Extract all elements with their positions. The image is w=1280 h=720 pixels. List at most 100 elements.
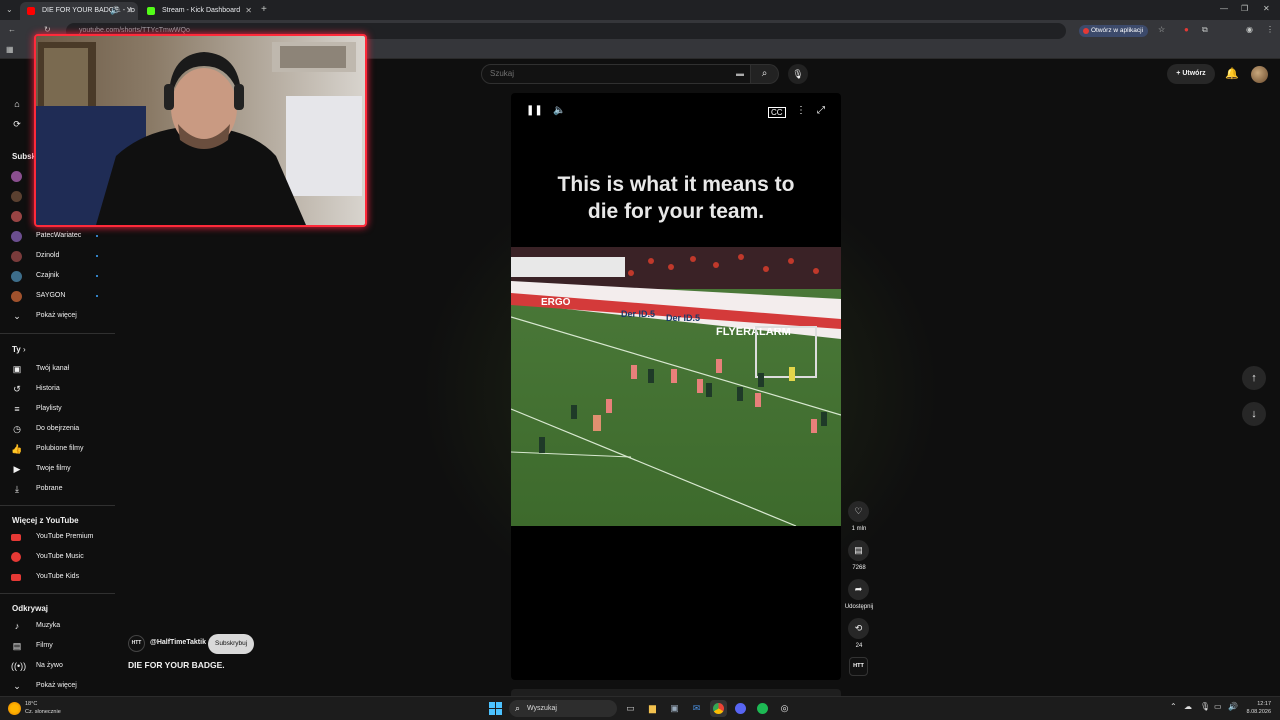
sidebar-item-movies[interactable]: ▤ Filmy [0,636,118,656]
task-view-icon[interactable]: ▭ [622,700,639,717]
apps-grid-icon[interactable]: ▦ [6,45,14,54]
share-icon: ➦ [854,584,863,594]
tray-chevron-icon[interactable]: ⌃ [1170,702,1177,711]
back-icon[interactable]: ← [8,25,16,34]
new-tab-icon[interactable]: + [261,4,267,15]
more-options-icon[interactable]: ⋮ [796,105,806,116]
close-tab-icon[interactable]: ✕ [126,2,133,20]
tab-youtube-short[interactable]: DIE FOR YOUR BADGE. - Yo 🔊 ✕ [20,2,138,20]
sidebar-item-music[interactable]: ♪ Muzyka [0,616,118,636]
sidebar-item-your-videos[interactable]: ▶ Twoje filmy [0,459,118,479]
close-window-icon[interactable]: ✕ [1263,4,1270,13]
sidebar-item-youtube-music[interactable]: YouTube Music [0,547,118,567]
comments-button[interactable]: ▤ [848,540,869,561]
sidebar-item-downloads[interactable]: ⤓ Pobrane [0,479,118,499]
captions-icon[interactable]: CC [768,107,786,118]
arrow-up-icon: ↑ [1251,372,1257,384]
discord-icon[interactable] [732,700,749,717]
sidebar-subscription-dzinold[interactable]: Dzinold [0,246,118,266]
youtube-premium-icon [11,534,21,541]
subscription-name: PatecWariatec [36,232,82,239]
sidebar-subscription-czajnik[interactable]: Czajnik [0,266,118,286]
sidebar-item-watch-later[interactable]: ◷ Do obejrzenia [0,419,118,439]
sidebar-item-youtube-premium[interactable]: YouTube Premium [0,527,118,547]
share-button[interactable]: ➦ [848,579,869,600]
extensions-puzzle-icon[interactable]: ⧉ [1202,25,1208,35]
user-avatar[interactable] [1251,66,1268,83]
restore-icon[interactable]: ❐ [1241,4,1248,13]
search-input[interactable]: Szukaj ▬ [481,64,751,84]
divider [0,333,115,334]
onedrive-icon[interactable]: ☁ [1184,702,1192,711]
volume-tray-icon[interactable]: 🔊 [1228,702,1238,711]
playlist-icon: ≡ [14,404,20,414]
kick-favicon-icon [147,7,155,15]
share-label: Udostępnij [844,604,874,610]
sidebar-item-history[interactable]: ↺ Historia [0,379,118,399]
weather-desc: Cz. słonecznie [25,709,61,715]
sidebar-item-playlists[interactable]: ≡ Playlisty [0,399,118,419]
search-placeholder: Szukaj [490,69,515,78]
sidebar-item-liked[interactable]: 👍 Polubione filmy [0,439,118,459]
channel-handle[interactable]: @HalfTimeTaktik [150,639,206,646]
chevron-right-icon: › [22,345,26,354]
spotify-icon[interactable] [754,700,771,717]
previous-short-button[interactable]: ↑ [1242,366,1266,390]
channel-avatar[interactable]: HTT [128,635,145,652]
create-button[interactable]: + Utwórz [1167,64,1215,84]
like-button[interactable]: ♡ [848,501,869,522]
voice-search-button[interactable]: 🎙 [788,64,808,84]
sidebar-item-your-channel[interactable]: ▣ Twój kanał [0,359,118,379]
sidebar-subscription-patecwariatec[interactable]: PatecWariatec [0,226,118,246]
bookmark-star-icon[interactable]: ☆ [1158,25,1165,34]
windows-start-icon[interactable] [489,702,502,715]
you-heading[interactable]: Ty › [12,345,26,354]
system-clock[interactable]: 12:17 8.08.2026 [1241,700,1271,716]
volume-icon[interactable]: 🔈 [553,105,565,116]
chrome-menu-icon[interactable]: ⋮ [1266,25,1274,34]
mic-tray-icon[interactable]: 🎙 [1200,702,1210,711]
sidebar-item-show-more[interactable]: ⌄ Pokaż więcej [0,676,118,696]
network-icon[interactable]: ▭ [1214,702,1222,711]
sidebar-item-label: Playlisty [36,405,62,412]
close-tab-icon[interactable]: ✕ [245,2,252,20]
file-explorer-icon[interactable]: ▆ [644,700,661,717]
ad-board-text: Der ID.5 [621,309,655,319]
short-title: DIE FOR YOUR BADGE. [128,660,225,670]
shorts-player[interactable]: ❚❚ 🔈 CC ⋮ ⤢ This is what it means to die… [511,93,841,680]
home-icon: ⌂ [14,99,20,109]
next-short-button[interactable]: ↓ [1242,402,1266,426]
tab-search-icon[interactable]: ⌄ [6,5,13,14]
mail-icon[interactable]: ✉ [688,700,705,717]
new-content-indicator [96,275,98,277]
sidebar-subscription-saygon[interactable]: SAYGON [0,286,118,306]
chrome-icon[interactable] [710,700,727,717]
reload-icon[interactable]: ↻ [44,25,51,34]
channel-thumbnail[interactable]: HTT [849,657,868,676]
store-icon[interactable]: ▣ [666,700,683,717]
tab-title: Stream - Kick Dashboard [162,7,241,14]
extension-icon[interactable]: ● [1184,25,1189,34]
weather-widget[interactable]: 18°C Cz. słonecznie [8,700,61,716]
close-tab-icon[interactable]: 🔊 [110,2,120,20]
minimize-icon[interactable]: — [1220,4,1228,13]
subscribe-button[interactable]: Subskrybuj [208,634,255,654]
pause-icon[interactable]: ❚❚ [526,105,543,116]
profile-icon[interactable]: ◉ [1246,25,1253,34]
search-button[interactable]: ⌕ [751,64,779,84]
show-more-subscriptions[interactable]: ⌄ Pokaż więcej [0,306,118,326]
fullscreen-icon[interactable]: ⤢ [817,105,825,116]
watch-later-icon: ◷ [13,424,21,434]
tab-kick-dashboard[interactable]: Stream - Kick Dashboard ✕ [140,2,257,20]
shorts-icon: ⟳ [13,119,21,129]
keyboard-icon[interactable]: ▬ [736,65,744,83]
remix-button[interactable]: ⟲ [848,618,869,639]
notifications-bell-icon[interactable]: 🔔 [1224,64,1240,84]
taskbar-search-box[interactable]: Wyszukaj [509,700,617,717]
comment-count: 7268 [852,565,866,571]
open-in-app-button[interactable]: Otwórz w aplikacji [1079,25,1149,37]
sidebar-item-youtube-kids[interactable]: YouTube Kids [0,567,118,587]
windows-taskbar: 18°C Cz. słonecznie Wyszukaj ▭ ▆ ▣ ✉ ◎ ⌃… [0,696,1280,720]
obs-icon[interactable]: ◎ [776,700,793,717]
sidebar-item-live[interactable]: ((•)) Na żywo [0,656,118,676]
